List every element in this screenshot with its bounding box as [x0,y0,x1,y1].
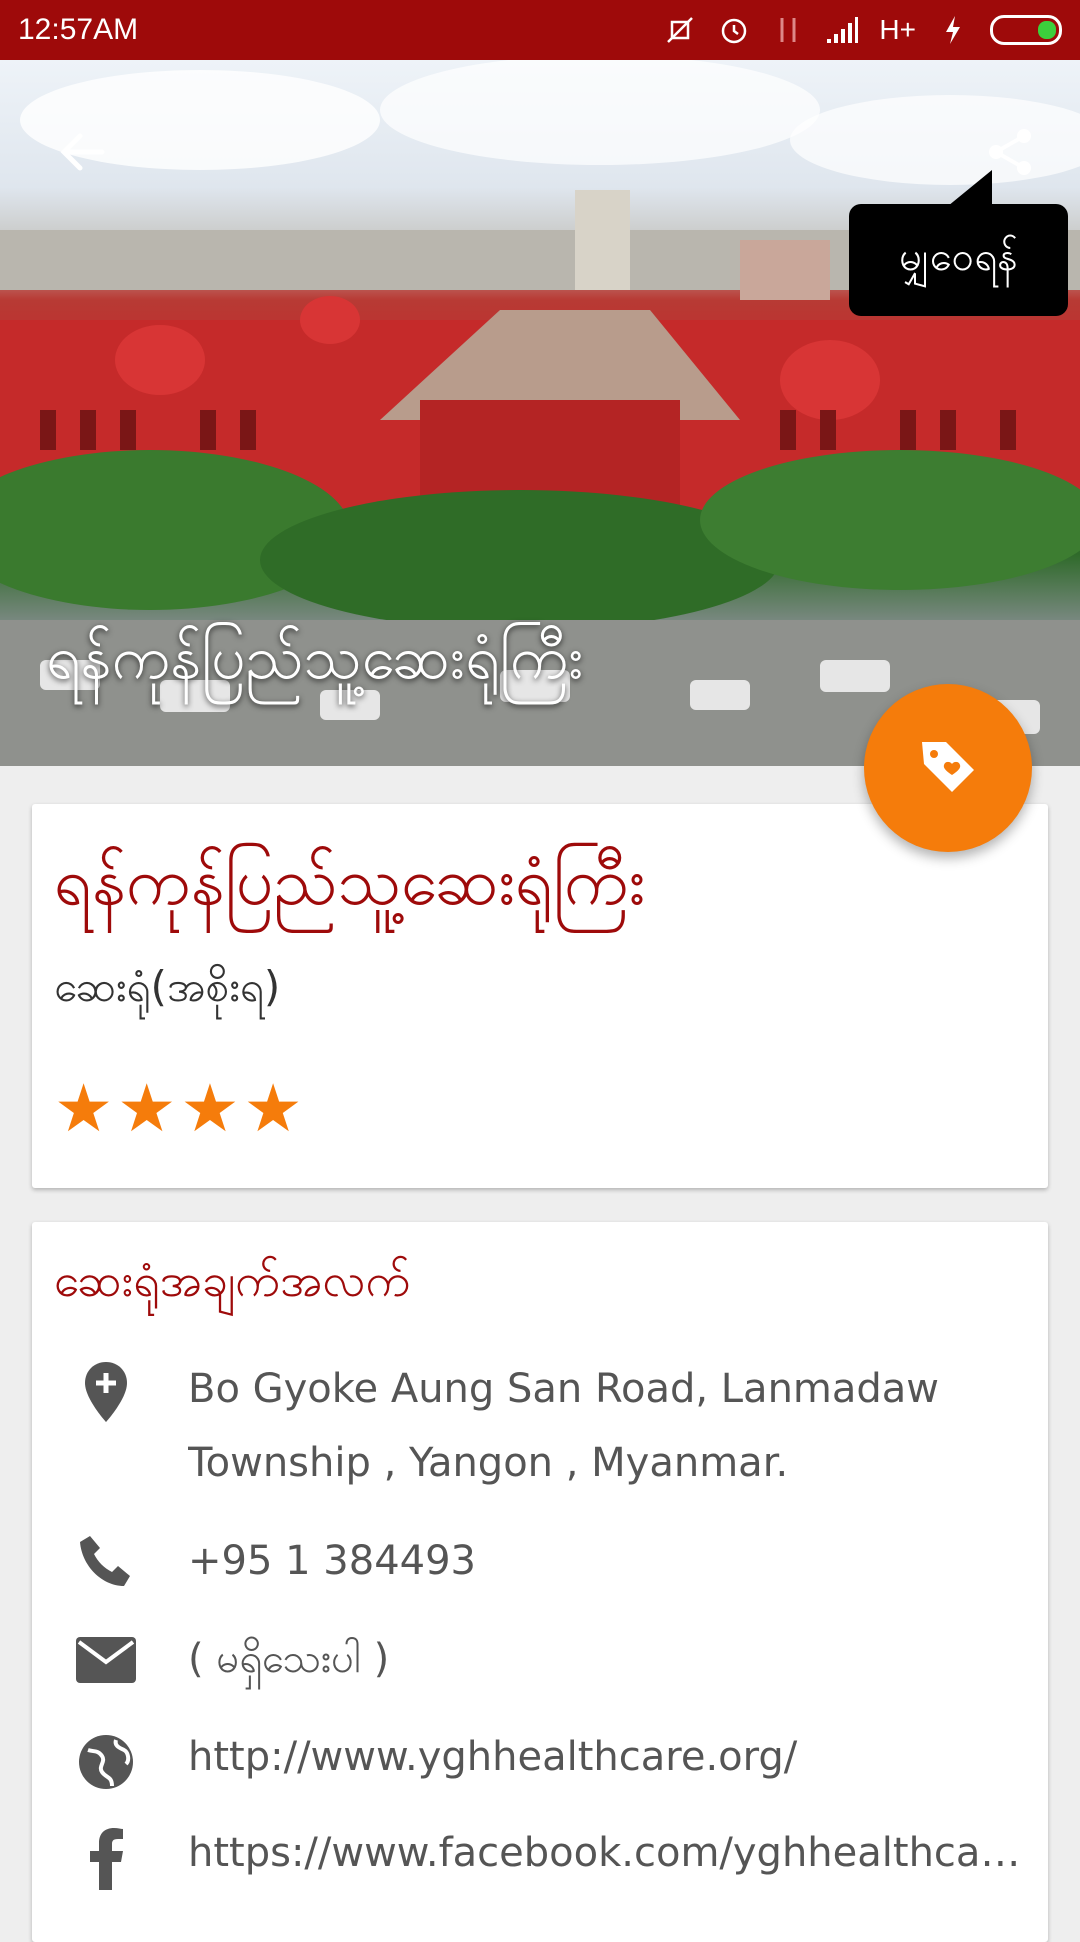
email-row[interactable]: ( မရှိသေးပါ ) [32,1622,1048,1696]
star-icon: ★ [243,1070,303,1147]
phone-row[interactable]: +95 1 384493 [32,1524,1048,1598]
back-arrow-icon[interactable] [52,122,112,182]
add-location-icon [70,1356,142,1428]
hero-image: ရန်ကုန်ပြည်သူ့ဆေးရုံကြီး [0,60,1080,766]
alarm-icon [717,13,751,47]
favorite-tag-button[interactable] [864,684,1032,852]
phone-text: +95 1 384493 [188,1538,476,1584]
facebook-icon [70,1822,142,1894]
charging-icon [936,13,970,47]
globe-icon [70,1726,142,1798]
address-row[interactable]: Bo Gyoke Aung San Road, Lanmadaw Townshi… [32,1352,1048,1502]
data-arrows-icon [771,13,805,47]
star-icon: ★ [54,1070,114,1147]
hospital-category: ဆေးရုံ(အစိုးရ) [54,962,281,1011]
tag-heart-icon [916,734,980,802]
star-icon: ★ [180,1070,240,1147]
website-link[interactable]: http://www.yghhealthcare.org/ [188,1720,1028,1794]
mute-vibrate-icon [663,13,697,47]
network-type: H+ [879,14,916,45]
star-icon: ★ [117,1070,177,1147]
signal-icon [825,13,859,47]
share-tooltip: မျှဝေရန် [849,170,1068,316]
hospital-info-card: ဆေးရုံအချက်အလက် Bo Gyoke Aung San Road, … [32,1222,1048,1942]
rating-stars: ★ ★ ★ ★ [54,1076,303,1142]
facebook-row[interactable]: https://www.facebook.com/yghhealthcare/ [32,1816,1048,1890]
address-text: Bo Gyoke Aung San Road, Lanmadaw Townshi… [188,1366,940,1486]
status-time: 12:57AM [18,13,139,46]
email-text: ( မရှိသေးပါ ) [188,1636,390,1682]
battery-icon [990,15,1062,45]
status-bar: 12:57AM H+ [0,0,1080,60]
website-row[interactable]: http://www.yghhealthcare.org/ [32,1720,1048,1794]
email-icon [70,1624,142,1696]
status-icons: H+ [663,13,1062,47]
info-section-title: ဆေးရုံအချက်အလက် [54,1253,411,1307]
facebook-link[interactable]: https://www.facebook.com/yghhealthcare/ [188,1816,1028,1890]
phone-icon [70,1526,142,1598]
hospital-summary-card: ရန်ကုန်ပြည်သူ့ဆေးရုံကြီး ဆေးရုံ(အစိုးရ) … [32,804,1048,1188]
hero-title: ရန်ကုန်ပြည်သူ့ဆေးရုံကြီး [46,623,584,693]
hospital-name: ရန်ကုန်ပြည်သူ့ဆေးရုံကြီး [54,843,646,920]
